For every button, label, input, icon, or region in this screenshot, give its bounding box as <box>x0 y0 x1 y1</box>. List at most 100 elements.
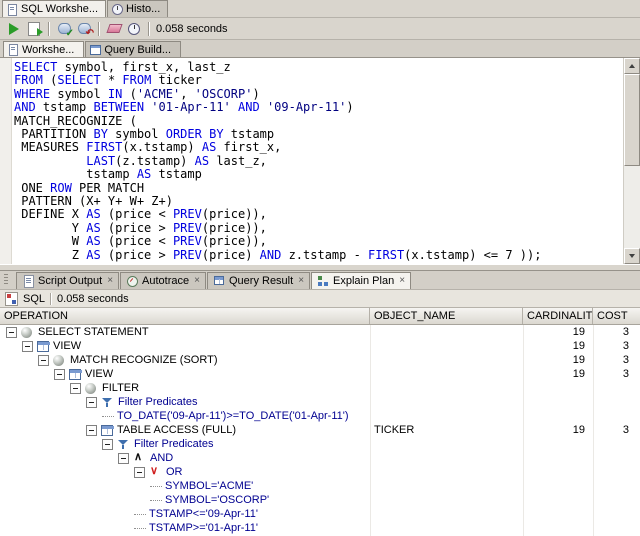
clear-icon[interactable] <box>104 20 124 38</box>
tab-label: Query Result <box>228 275 294 287</box>
operation-label: SYMBOL='OSCORP' <box>165 494 270 506</box>
cost-cell: 3 <box>622 368 629 380</box>
plan-row[interactable]: AND <box>0 450 640 465</box>
commit-icon[interactable] <box>54 20 74 39</box>
operation-label: TSTAMP>='01-Apr-11' <box>149 522 258 534</box>
table-icon <box>101 424 114 436</box>
and-icon <box>133 450 146 464</box>
column-header-cardinality[interactable]: CARDINALITY <box>523 308 593 324</box>
expand-toggle[interactable] <box>54 368 65 380</box>
panel-splitter[interactable] <box>0 264 640 271</box>
cost-cell: 3 <box>622 354 629 366</box>
operation-label: SELECT STATEMENT <box>38 326 149 338</box>
plan-row[interactable]: Filter Predicates <box>0 395 640 409</box>
panel-grip[interactable] <box>4 274 8 286</box>
history-icon <box>112 3 124 15</box>
run-icon[interactable] <box>4 20 24 38</box>
expand-toggle[interactable] <box>22 340 33 352</box>
expand-toggle[interactable] <box>134 466 145 478</box>
worksheet-tab[interactable]: Workshe... <box>3 41 85 57</box>
plan-row[interactable]: TSTAMP>='01-Apr-11' <box>0 521 640 535</box>
status-separator <box>50 292 53 305</box>
column-header-object-name[interactable]: OBJECT_NAME <box>370 308 523 324</box>
close-icon[interactable]: × <box>298 276 304 286</box>
window-tab[interactable]: SQL Workshe... <box>2 0 107 17</box>
expand-toggle[interactable] <box>86 424 97 436</box>
operation-label: SYMBOL='ACME' <box>165 480 254 492</box>
plan-execution-time: 0.058 seconds <box>57 292 129 305</box>
history-icon[interactable] <box>124 20 144 38</box>
operation-label: TABLE ACCESS (FULL) <box>117 424 236 436</box>
code-line: MATCH_RECOGNIZE ( <box>14 113 137 128</box>
plan-row[interactable]: TABLE ACCESS (FULL) TICKER 19 3 <box>0 423 640 437</box>
code-line: FROM (SELECT * FROM ticker <box>14 73 202 88</box>
plan-row[interactable]: VIEW 19 3 <box>0 367 640 381</box>
expand-toggle[interactable] <box>86 396 97 408</box>
tab-autotrace[interactable]: Autotrace × <box>120 272 206 289</box>
expand-toggle[interactable] <box>6 326 17 338</box>
plan-row[interactable]: FILTER <box>0 381 640 395</box>
tab-script-output[interactable]: Script Output × <box>16 272 120 289</box>
cost-cell: 3 <box>622 326 629 338</box>
scroll-down-button[interactable] <box>624 248 640 264</box>
close-icon[interactable]: × <box>194 276 200 286</box>
expand-toggle[interactable] <box>102 438 113 450</box>
plan-row[interactable]: Filter Predicates <box>0 437 640 451</box>
operation-icon <box>53 354 64 366</box>
rollback-icon[interactable] <box>74 20 94 39</box>
scroll-thumb[interactable] <box>624 74 640 166</box>
autotrace-icon <box>126 275 139 287</box>
plan-row[interactable]: MATCH RECOGNIZE (SORT) 19 3 <box>0 353 640 367</box>
plan-row[interactable]: TSTAMP<='09-Apr-11' <box>0 507 640 521</box>
close-icon[interactable]: × <box>399 276 405 286</box>
plan-body: SELECT STATEMENT 19 3 VIEW 19 3 MATCH RECOGNIZ… <box>0 325 640 536</box>
worksheet-tab[interactable]: Query Build... <box>85 41 182 57</box>
column-header-cost[interactable]: COST <box>593 308 640 324</box>
operation-icon <box>21 326 32 338</box>
run-script-icon[interactable] <box>24 20 44 38</box>
window-tab[interactable]: Histo... <box>107 0 169 17</box>
app: SQL Workshe... Histo... 0.058 seconds Wor… <box>0 0 640 536</box>
column-header-operation[interactable]: OPERATION <box>0 308 370 324</box>
close-icon[interactable]: × <box>107 276 113 286</box>
operation-label: AND <box>150 452 174 464</box>
tab-query-result[interactable]: Query Result × <box>206 272 311 289</box>
code-line: PARTITION BY symbol ORDER BY tstamp <box>14 127 275 142</box>
plan-row[interactable]: OR <box>0 464 640 479</box>
query-result-icon <box>213 275 226 287</box>
tree-connector <box>134 527 146 529</box>
code-line: Z AS (price > PREV(price) AND z.tstamp -… <box>14 247 542 262</box>
plan-row[interactable]: SELECT STATEMENT 19 3 <box>0 325 640 339</box>
plan-row[interactable]: VIEW 19 3 <box>0 339 640 353</box>
expand-toggle[interactable] <box>118 452 129 464</box>
toolbar-icons <box>4 20 154 39</box>
expand-toggle[interactable] <box>70 382 81 394</box>
code-line: W AS (price < PREV(price)), <box>14 234 267 249</box>
window-tab-label: SQL Workshe... <box>21 3 99 15</box>
code-line: SELECT symbol, first_x, last_z <box>14 60 231 74</box>
scroll-up-button[interactable] <box>624 58 640 74</box>
plan-grid-header: OPERATION OBJECT_NAME CARDINALITY COST <box>0 308 640 325</box>
code-line: PATTERN (X+ Y+ W+ Z+) <box>14 194 173 209</box>
editor-gutter <box>0 58 12 264</box>
code-line: ONE ROW PER MATCH <box>14 180 145 195</box>
tab-explain-plan[interactable]: Explain Plan × <box>311 272 412 289</box>
expand-toggle[interactable] <box>38 354 49 366</box>
filter-icon <box>117 438 130 450</box>
code-line: WHERE symbol IN ('ACME', 'OSCORP') <box>14 86 260 101</box>
editor-code[interactable]: SELECT symbol, first_x, last_z FROM (SELE… <box>12 58 623 264</box>
sql-label: SQL <box>23 292 46 305</box>
worksheet-icon <box>7 3 18 16</box>
cardinality-cell: 19 <box>572 326 585 338</box>
cardinality-cell: 19 <box>572 340 585 352</box>
plan-row[interactable]: TO_DATE('09-Apr-11')>=TO_DATE('01-Apr-11… <box>0 409 640 423</box>
plan-row[interactable]: SYMBOL='OSCORP' <box>0 493 640 507</box>
up-arrow-icon <box>629 64 635 68</box>
editor-scrollbar[interactable] <box>623 58 640 264</box>
plan-row[interactable]: SYMBOL='ACME' <box>0 479 640 493</box>
